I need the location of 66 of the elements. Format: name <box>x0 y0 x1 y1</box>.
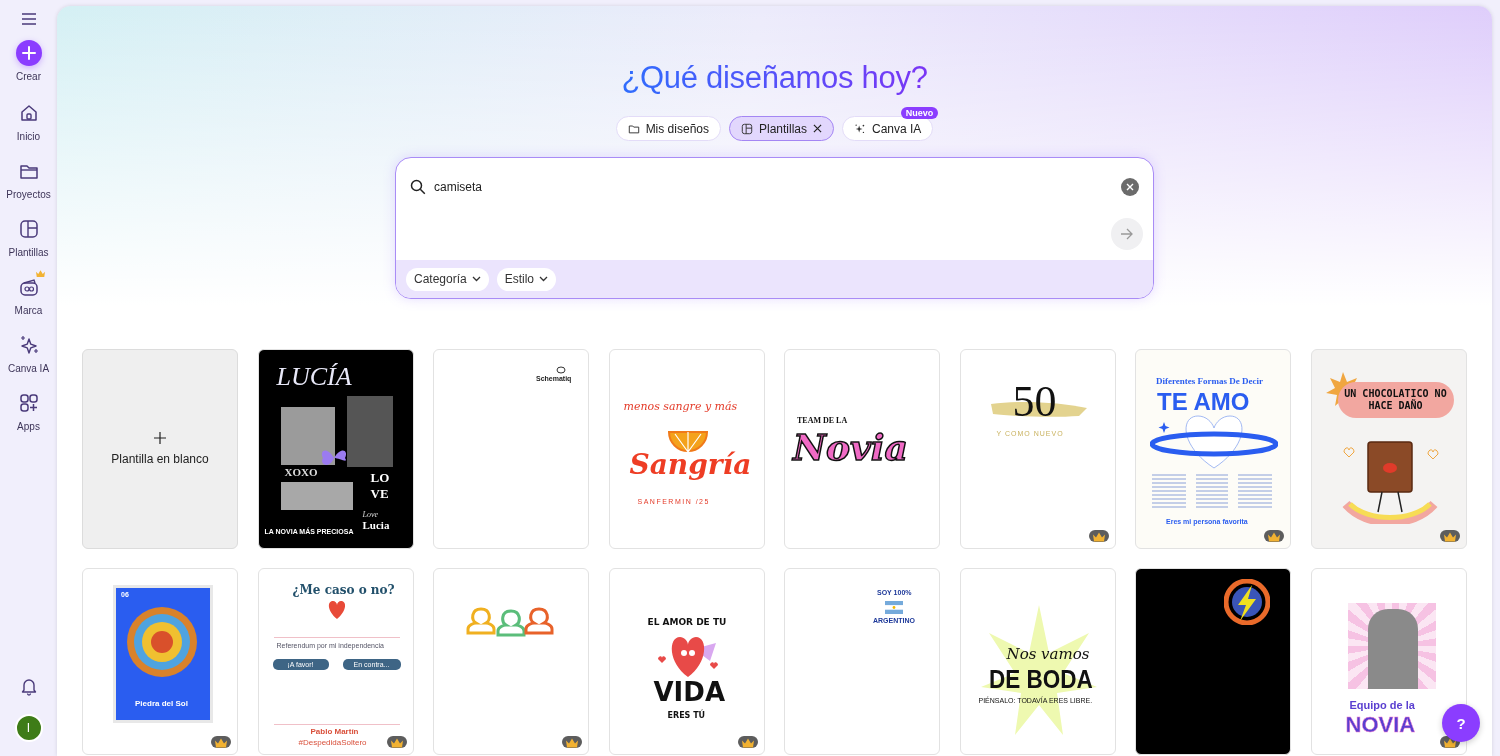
layout-icon <box>17 218 40 240</box>
close-icon <box>1126 183 1134 191</box>
plus-icon <box>21 46 36 60</box>
plus-icon <box>154 432 166 444</box>
heart-drawing <box>326 599 347 621</box>
filter-chip[interactable]: Plantillas <box>729 116 834 141</box>
photo-placeholder <box>346 396 393 467</box>
template-text: Piedra del Sol <box>135 699 188 708</box>
template-card[interactable]: EL AMOR DE TU VIDA ERES TÚ <box>608 568 765 755</box>
ring-logo-icon <box>556 366 566 374</box>
apps-icon <box>17 392 40 414</box>
template-text: DE BODA <box>988 665 1093 694</box>
filter-dropdown[interactable]: Categoría <box>406 267 489 291</box>
template-text: XOXO <box>284 466 318 478</box>
template-text: LOVE <box>370 470 391 502</box>
menu-icon[interactable] <box>20 12 37 26</box>
sidebar-item[interactable]: Marca <box>1 270 56 316</box>
template-text: ¿Me caso o no? <box>292 583 395 597</box>
lightning-emblem-drawing <box>1224 579 1270 625</box>
filter-chip[interactable]: Canva IA <box>842 116 934 141</box>
template-text: Diferentes Formas De Decir <box>1156 376 1264 386</box>
template-text: NOVIA <box>1345 712 1416 738</box>
sidebar-item[interactable]: Proyectos <box>1 154 56 200</box>
search-field[interactable]: camiseta <box>434 180 1113 194</box>
template-text: UN CHOCOLATICO NO HACE DAÑO <box>1337 382 1454 418</box>
template-text: VIDA <box>653 677 725 707</box>
template-text: Lucia <box>362 519 390 531</box>
sidebar-item[interactable]: Canva IA <box>1 328 56 374</box>
template-text: ERES TÚ <box>667 711 706 720</box>
filter-dropdown[interactable]: Estilo <box>496 267 557 291</box>
flag-drawing <box>885 601 903 614</box>
template-text: Love <box>362 510 379 519</box>
sparkles-icon <box>854 122 866 135</box>
template-text: menos sangre y más <box>623 400 738 413</box>
template-text: EL AMOR DE TU <box>647 617 727 627</box>
sidebar-item[interactable]: Inicio <box>1 96 56 142</box>
layout-icon <box>741 122 753 135</box>
sidebar-item[interactable]: Plantillas <box>1 212 56 258</box>
arrow-right-icon <box>1120 228 1134 240</box>
template-card[interactable]: TEAM DE LA Novia <box>784 349 940 549</box>
template-text: Pablo Martín <box>310 727 359 736</box>
photo-placeholder <box>280 407 335 465</box>
sidebar-item[interactable]: Apps <box>1 386 56 432</box>
folder-icon <box>627 122 640 135</box>
blank-template-card[interactable]: Plantilla en blanco <box>82 349 238 549</box>
template-card[interactable]: UN CHOCOLATICO NO HACE DAÑO <box>1310 349 1467 549</box>
template-text: Equipo de la <box>1349 699 1415 711</box>
new-badge: Nuevo <box>900 107 939 119</box>
template-text: LUCÍA <box>276 362 352 392</box>
caret-icon <box>539 276 549 282</box>
template-text: 50 <box>1012 376 1057 427</box>
user-avatar[interactable]: I <box>14 714 43 742</box>
template-text: Nos vamos <box>1006 645 1090 663</box>
template-text: Sangría <box>629 448 752 481</box>
wallet-icon <box>17 276 40 298</box>
close-icon[interactable] <box>813 124 822 133</box>
help-button[interactable]: ? <box>1442 704 1480 742</box>
search-icon <box>410 179 426 195</box>
template-text: Novia <box>793 426 908 468</box>
filter-chip[interactable]: Mis diseños <box>615 116 721 141</box>
template-text: TEAM DE LA <box>797 416 848 425</box>
template-text: #DespedidaSoltero <box>298 738 367 747</box>
clear-button[interactable] <box>1121 178 1139 196</box>
template-text: TE AMO <box>1157 388 1250 416</box>
template-card[interactable] <box>1135 568 1291 755</box>
caret-icon <box>471 276 481 282</box>
